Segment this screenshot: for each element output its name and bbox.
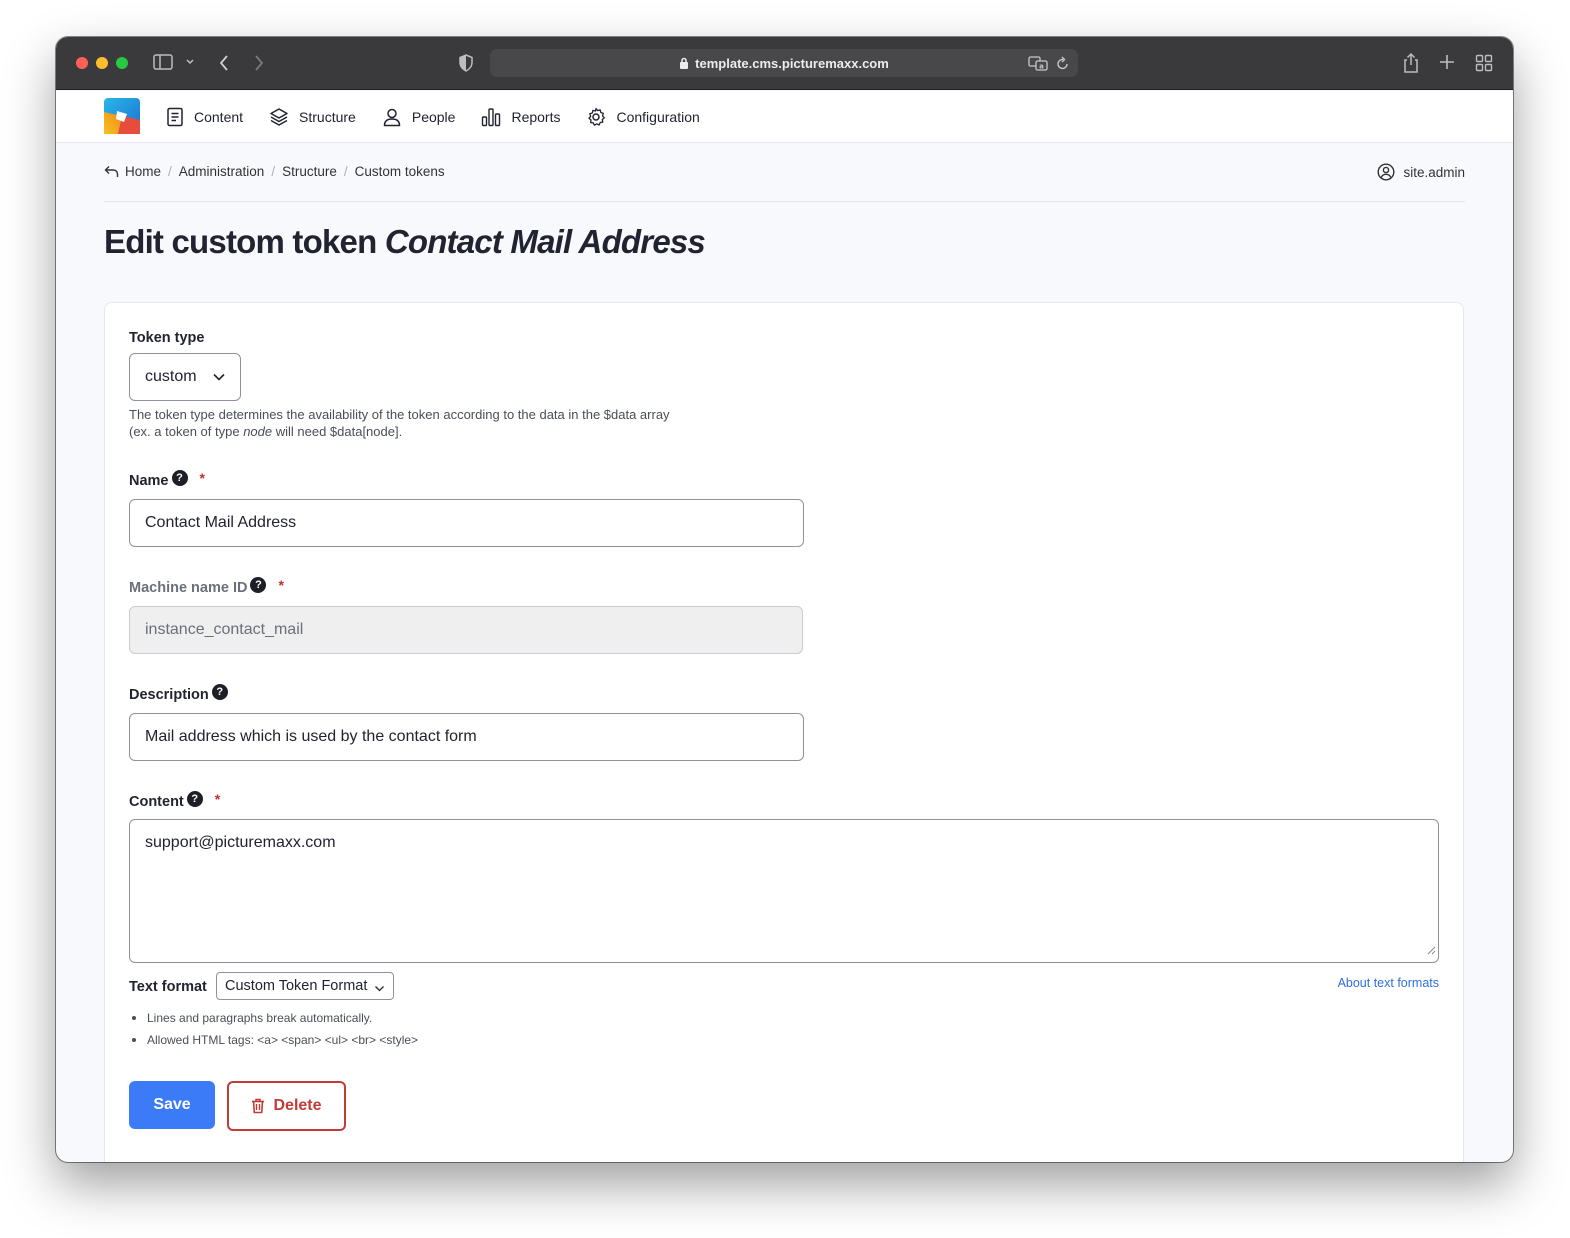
breadcrumb-structure[interactable]: Structure (282, 164, 337, 179)
name-input-value: Contact Mail Address (145, 514, 297, 531)
about-text-formats-link[interactable]: About text formats (1338, 976, 1439, 990)
content-label-text: Content (129, 794, 184, 810)
breadcrumb-custom-tokens[interactable]: Custom tokens (355, 164, 445, 179)
resize-handle-icon[interactable] (1427, 942, 1436, 960)
machine-name-input-value: instance_contact_mail (145, 621, 304, 638)
save-button[interactable]: Save (129, 1081, 215, 1129)
help-icon[interactable]: ? (250, 577, 267, 593)
main-nav: Content Structure People Reports Configu… (166, 91, 726, 143)
close-window-button[interactable] (76, 57, 88, 69)
delete-button[interactable]: Delete (227, 1081, 346, 1131)
list-item: Lines and paragraphs break automatically… (129, 1007, 418, 1029)
browser-toolbar: template.cms.picturemaxx.com a (56, 37, 1513, 90)
text-format-value: Custom Token Format (225, 978, 368, 994)
name-label-text: Name (129, 473, 169, 489)
token-type-description: The token type determines the availabili… (129, 406, 689, 440)
machine-name-label-text: Machine name ID (129, 580, 248, 596)
new-tab-icon[interactable] (1439, 54, 1455, 70)
chevron-down-icon[interactable] (185, 58, 195, 66)
name-input[interactable]: Contact Mail Address (129, 499, 804, 547)
token-type-label-text: Token type (129, 330, 205, 346)
nav-item-label: Structure (299, 109, 356, 125)
description-label-text: Description (129, 687, 209, 703)
maximize-window-button[interactable] (116, 57, 128, 69)
layers-icon (270, 108, 288, 126)
nav-item-label: Configuration (616, 109, 700, 125)
minimize-window-button[interactable] (96, 57, 108, 69)
token-type-value: custom (145, 368, 197, 385)
address-bar[interactable]: template.cms.picturemaxx.com a (490, 49, 1078, 77)
breadcrumb-separator: / (168, 164, 172, 179)
breadcrumb-separator: / (343, 164, 348, 179)
help-icon[interactable]: ? (211, 684, 228, 700)
token-type-select[interactable]: custom (129, 353, 241, 401)
text-format-tips: Lines and paragraphs break automatically… (129, 1007, 418, 1051)
document-icon (167, 107, 183, 127)
sidebar-toggle-icon[interactable] (153, 54, 173, 70)
user-circle-icon (1377, 163, 1395, 181)
help-icon[interactable]: ? (171, 470, 188, 486)
nav-item-label: People (411, 109, 456, 125)
breadcrumb-administration[interactable]: Administration (179, 164, 265, 179)
back-arrow-icon[interactable] (104, 165, 119, 178)
required-marker: * (199, 470, 205, 486)
token-type-description-emphasis: node (243, 424, 273, 439)
admin-toolbar: Content Structure People Reports Configu… (56, 91, 1513, 143)
page-title-token-name: Contact Mail Address (384, 223, 706, 260)
user-menu[interactable]: site.admin (1377, 163, 1465, 181)
bar-chart-icon (482, 108, 501, 127)
chevron-down-icon (374, 982, 385, 998)
nav-item-structure[interactable]: Structure (269, 107, 356, 127)
help-icon[interactable]: ? (186, 791, 203, 807)
name-label: Name ? * (129, 470, 205, 489)
delete-button-label: Delete (273, 1097, 322, 1114)
breadcrumb: Home / Administration / Structure / Cust… (104, 164, 445, 179)
required-marker: * (214, 791, 221, 807)
url-text: template.cms.picturemaxx.com (695, 55, 889, 71)
divider (104, 201, 1465, 202)
gear-icon (588, 107, 606, 126)
text-format-label: Text format (129, 979, 207, 995)
forward-arrow-icon[interactable] (253, 54, 265, 72)
trash-icon (252, 1098, 265, 1114)
required-marker: * (278, 577, 284, 593)
breadcrumb-separator: / (271, 164, 276, 179)
content-textarea-value: support@picturemaxx.com (145, 834, 336, 851)
nav-item-configuration[interactable]: Configuration (586, 107, 700, 127)
tab-overview-icon[interactable] (1475, 54, 1493, 72)
shield-icon[interactable] (458, 54, 474, 72)
reload-icon[interactable] (1056, 55, 1070, 74)
lock-icon (679, 57, 689, 69)
page-title: Edit custom token Contact Mail Address (104, 223, 706, 261)
description-input[interactable]: Mail address which is used by the contac… (129, 713, 804, 761)
nav-item-reports[interactable]: Reports (481, 107, 560, 127)
nav-item-label: Content (194, 109, 244, 125)
browser-window: template.cms.picturemaxx.com a Content S… (56, 37, 1513, 1162)
nav-item-people[interactable]: People (382, 107, 456, 127)
site-logo[interactable] (104, 98, 140, 134)
machine-name-input: instance_contact_mail (129, 606, 803, 654)
page-title-prefix: Edit custom token (104, 223, 377, 260)
user-name: site.admin (1403, 164, 1465, 180)
list-item: Allowed HTML tags: <a> <span> <ul> <br> … (129, 1029, 418, 1051)
edit-token-form: Token type custom The token type determi… (104, 302, 1464, 1162)
share-icon[interactable] (1402, 52, 1420, 74)
nav-item-label: Reports (511, 109, 561, 125)
text-format-select[interactable]: Custom Token Format (216, 972, 394, 1000)
chevron-down-icon (212, 370, 226, 389)
person-icon (383, 108, 401, 127)
token-type-label: Token type (129, 330, 204, 346)
nav-item-content[interactable]: Content (166, 107, 243, 127)
description-label: Description ? (129, 684, 228, 703)
breadcrumb-home[interactable]: Home (125, 164, 161, 179)
token-type-description-text-end: will need $data[node]. (272, 424, 403, 439)
machine-name-label: Machine name ID ? * (129, 577, 284, 596)
content-textarea[interactable]: support@picturemaxx.com (129, 819, 1439, 963)
translate-icon[interactable]: a (1028, 55, 1048, 74)
back-arrow-icon[interactable] (218, 54, 230, 72)
svg-text:a: a (1039, 63, 1044, 71)
description-input-value: Mail address which is used by the contac… (145, 728, 477, 745)
content-label: Content ? * (129, 791, 221, 810)
